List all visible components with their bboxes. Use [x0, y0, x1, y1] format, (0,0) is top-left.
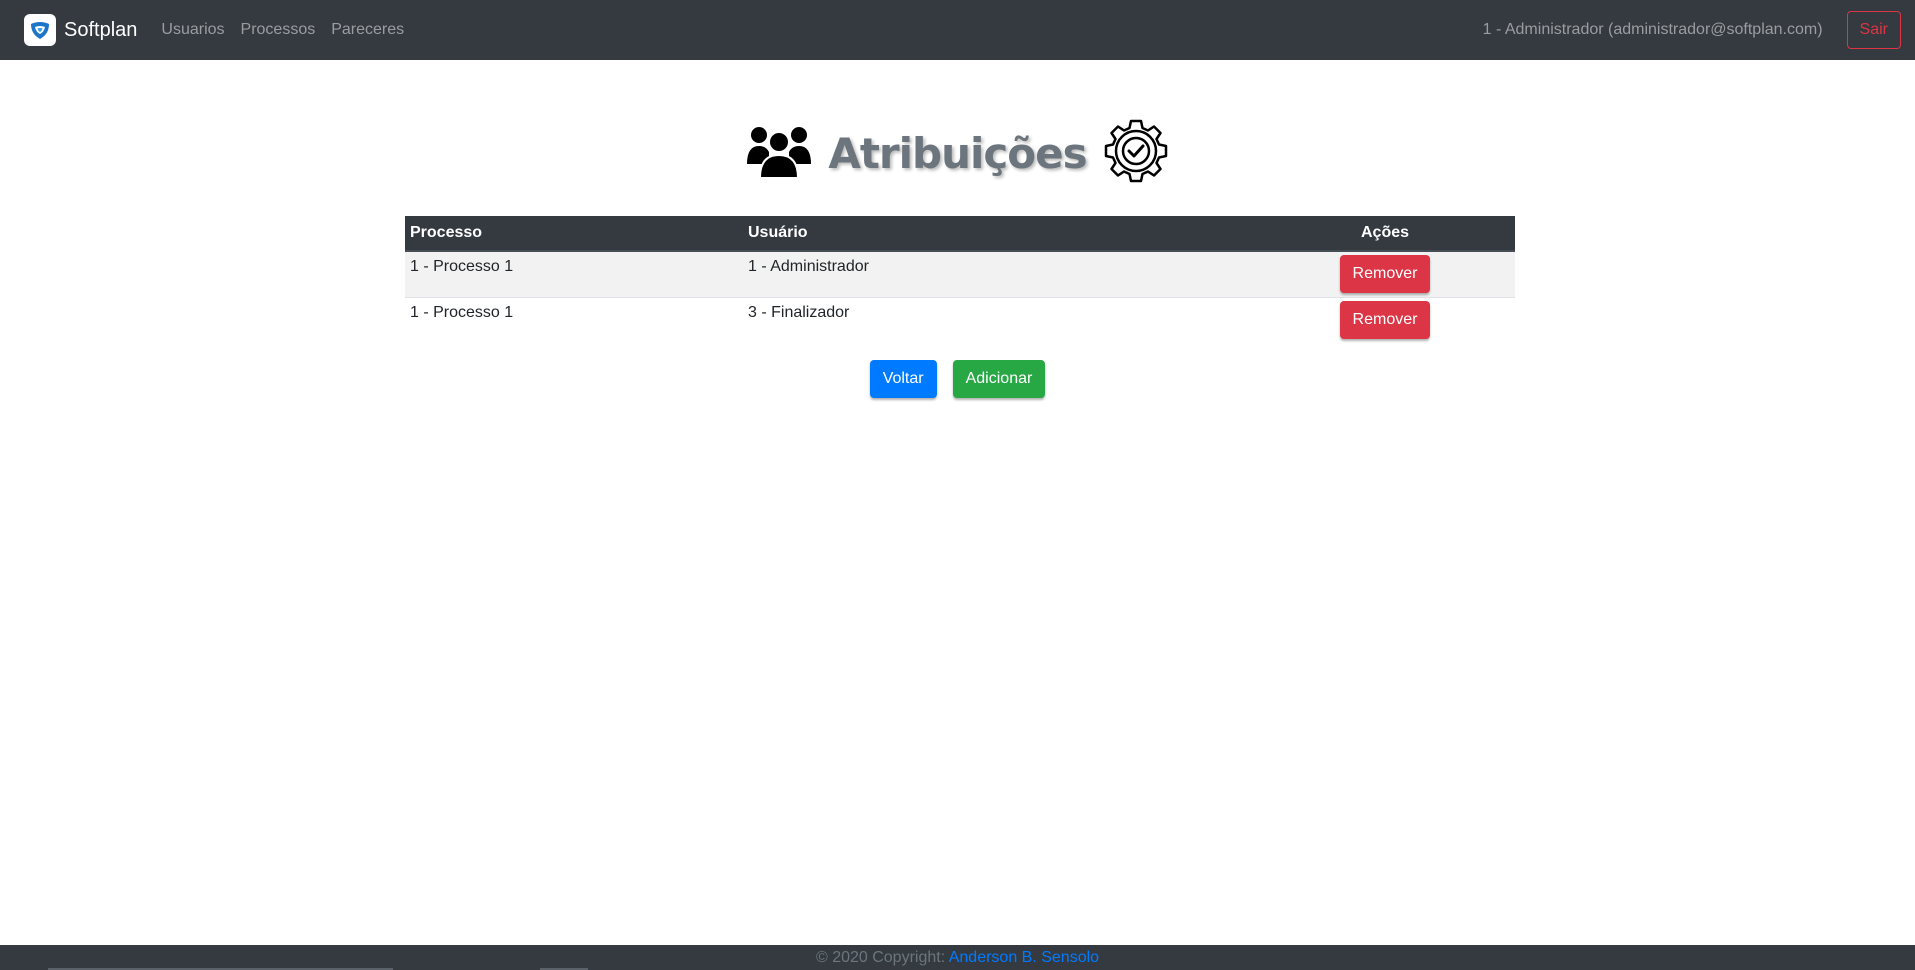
remove-button[interactable]: Remover	[1339, 255, 1431, 293]
nav-link-pareceres[interactable]: Pareceres	[331, 21, 404, 39]
nav-link-processos[interactable]: Processos	[241, 21, 316, 39]
softplan-logo-icon	[24, 14, 56, 46]
page-title: Atribuições	[828, 129, 1087, 178]
cell-actions: Remover	[1255, 250, 1515, 297]
back-button[interactable]: Voltar	[869, 360, 937, 398]
navbar: Softplan Usuarios Processos Pareceres 1 …	[0, 0, 1915, 60]
brand-name: Softplan	[64, 18, 138, 41]
page-heading: Atribuições	[0, 118, 1915, 189]
cell-actions: Remover	[1255, 296, 1515, 343]
cell-usuario: 1 - Administrador	[743, 250, 1255, 297]
footer-copyright: © 2020 Copyright:	[815, 949, 946, 966]
logout-button[interactable]: Sair	[1846, 11, 1901, 49]
nav-link-usuarios[interactable]: Usuarios	[161, 21, 224, 39]
remove-button[interactable]: Remover	[1339, 300, 1431, 339]
table-row: 1 - Processo 1 3 - Finalizador Remover	[405, 296, 1515, 343]
assignments-table: Processo Usuário Ações 1 - Processo 1 1 …	[405, 216, 1515, 343]
table-row: 1 - Processo 1 1 - Administrador Remover	[405, 250, 1515, 297]
cell-processo: 1 - Processo 1	[405, 250, 743, 297]
cell-processo: 1 - Processo 1	[405, 296, 743, 343]
users-icon	[746, 122, 812, 185]
nav-links: Usuarios Processos Pareceres	[161, 21, 420, 39]
header-processo: Processo	[405, 216, 743, 252]
gear-check-icon	[1103, 118, 1169, 189]
footer: © 2020 Copyright: Anderson B. Sensolo	[0, 945, 1915, 970]
nav-right: 1 - Administrador (administrador@softpla…	[1483, 11, 1901, 49]
footer-author-link[interactable]: Anderson B. Sensolo	[949, 949, 1099, 966]
header-acoes: Ações	[1255, 216, 1515, 252]
brand-link[interactable]: Softplan	[24, 14, 137, 46]
table-header-row: Processo Usuário Ações	[405, 216, 1515, 252]
add-button[interactable]: Adicionar	[952, 360, 1046, 398]
header-usuario: Usuário	[743, 216, 1255, 252]
form-actions: Voltar Adicionar	[0, 360, 1915, 398]
cell-usuario: 3 - Finalizador	[743, 296, 1255, 343]
current-user: 1 - Administrador (administrador@softpla…	[1482, 21, 1823, 38]
